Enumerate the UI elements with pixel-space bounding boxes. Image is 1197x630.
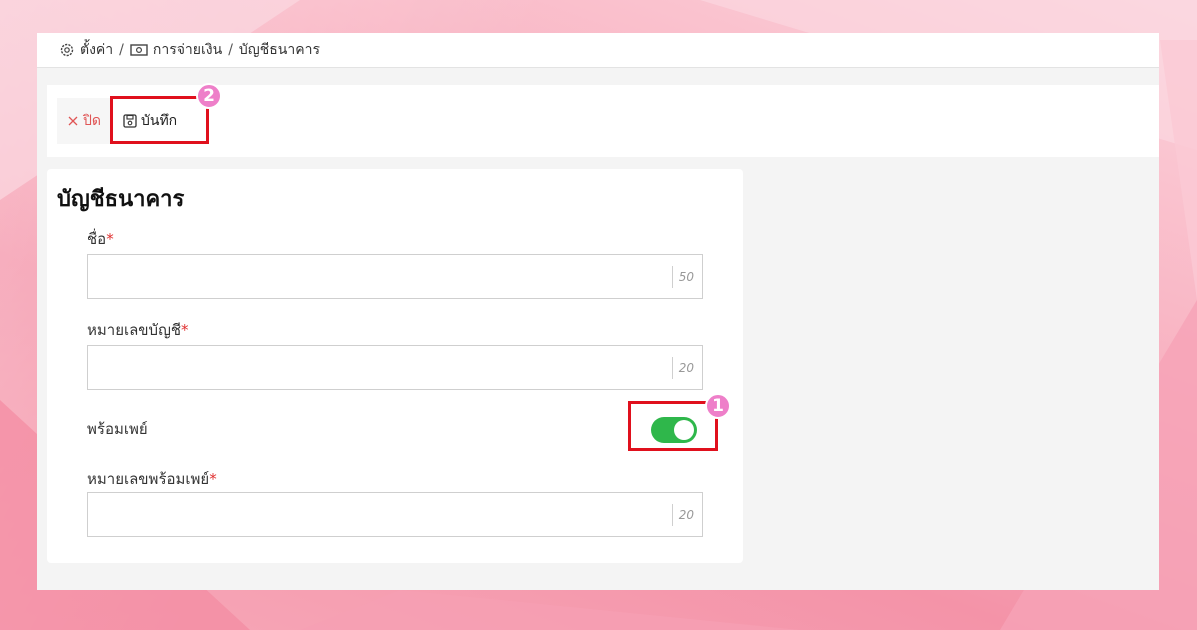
close-label: ปิด xyxy=(83,113,101,129)
step-badge-1: 1 xyxy=(705,393,731,419)
name-label-text: ชื่อ xyxy=(87,230,107,248)
toggle-knob xyxy=(674,420,694,440)
required-mark: * xyxy=(181,321,189,339)
promptpay-number-label-text: หมายเลขพร้อมเพย์ xyxy=(87,470,210,488)
step-badge-2: 2 xyxy=(196,83,222,109)
required-mark: * xyxy=(106,230,114,248)
money-icon xyxy=(130,43,148,57)
breadcrumb-item-settings[interactable]: ตั้งค่า xyxy=(80,39,113,61)
bank-account-form: บัญชีธนาคาร ชื่อ* 50 หมายเลขบัญชี* 20 พร… xyxy=(47,169,743,563)
promptpay-toggle[interactable] xyxy=(651,417,697,443)
required-mark: * xyxy=(209,470,217,488)
promptpay-number-input[interactable] xyxy=(88,493,658,536)
name-field: 50 xyxy=(87,254,703,299)
name-input[interactable] xyxy=(88,255,658,298)
account-number-field: 20 xyxy=(87,345,703,390)
account-number-input[interactable] xyxy=(88,346,658,389)
save-icon xyxy=(123,114,137,128)
promptpay-number-field-label: หมายเลขพร้อมเพย์* xyxy=(87,467,217,491)
close-button[interactable]: ปิด xyxy=(57,98,111,144)
breadcrumb: ตั้งค่า / การจ่ายเงิน / บัญชีธนาคาร xyxy=(37,33,1159,68)
account-number-field-label: หมายเลขบัญชี* xyxy=(87,318,189,342)
promptpay-number-field: 20 xyxy=(87,492,703,537)
breadcrumb-separator: / xyxy=(119,42,124,58)
breadcrumb-item-bank-account: บัญชีธนาคาร xyxy=(238,42,320,58)
name-char-limit: 50 xyxy=(671,266,694,288)
close-icon xyxy=(67,115,79,127)
promptpay-toggle-label: พร้อมเพย์ xyxy=(87,420,148,438)
gear-icon xyxy=(59,42,75,58)
app-window: ตั้งค่า / การจ่ายเงิน / บัญชีธนาคาร ปิด … xyxy=(37,33,1159,590)
name-field-label: ชื่อ* xyxy=(87,227,114,251)
save-label: บันทึก xyxy=(140,113,178,129)
save-button[interactable]: บันทึก xyxy=(112,98,188,144)
breadcrumb-separator: / xyxy=(228,42,233,58)
account-number-char-limit: 20 xyxy=(671,357,694,379)
account-number-label-text: หมายเลขบัญชี xyxy=(87,321,182,339)
form-title: บัญชีธนาคาร xyxy=(57,187,185,212)
promptpay-number-char-limit: 20 xyxy=(671,504,694,526)
breadcrumb-item-payment[interactable]: การจ่ายเงิน xyxy=(153,39,222,61)
